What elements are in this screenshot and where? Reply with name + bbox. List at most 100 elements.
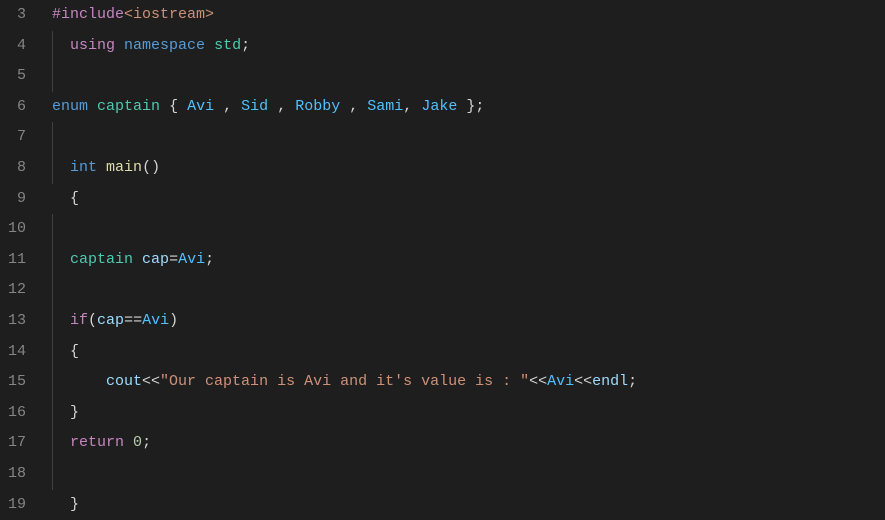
code-token: endl — [592, 373, 628, 390]
code-token: std — [214, 37, 241, 54]
code-token — [133, 251, 142, 268]
code-token: captain — [70, 251, 133, 268]
code-token: Robby — [295, 98, 340, 115]
code-token: Sami — [367, 98, 403, 115]
code-token: Avi — [547, 373, 574, 390]
indent-guide — [52, 398, 53, 429]
code-token: << — [142, 373, 160, 390]
code-token — [286, 98, 295, 115]
code-token — [268, 98, 277, 115]
code-line[interactable]: } — [44, 490, 885, 520]
code-token: Avi — [178, 251, 205, 268]
line-number: 6 — [0, 92, 26, 123]
code-token: ; — [628, 373, 637, 390]
code-token — [178, 98, 187, 115]
code-line[interactable]: cout<<"Our captain is Avi and it's value… — [44, 367, 885, 398]
code-token — [52, 159, 70, 176]
code-token — [115, 37, 124, 54]
line-number: 15 — [0, 367, 26, 398]
code-token: cap — [142, 251, 169, 268]
code-line[interactable]: using namespace std; — [44, 31, 885, 62]
code-line[interactable]: return 0; — [44, 428, 885, 459]
code-token: <iostream> — [124, 6, 214, 23]
code-token: Sid — [241, 98, 268, 115]
code-editor[interactable]: 345678910111213141516171819 #include<ios… — [0, 0, 885, 520]
code-token — [232, 98, 241, 115]
code-token: ; — [205, 251, 214, 268]
code-token: using — [70, 37, 115, 54]
code-token: Jake — [421, 98, 457, 115]
code-line[interactable] — [44, 214, 885, 245]
code-token: int — [70, 159, 97, 176]
code-token — [358, 98, 367, 115]
indent-guide — [52, 61, 53, 92]
code-area[interactable]: #include<iostream> using namespace std; e… — [44, 0, 885, 520]
code-token: captain — [97, 98, 160, 115]
line-number: 5 — [0, 61, 26, 92]
code-token: , — [403, 98, 412, 115]
line-number: 18 — [0, 459, 26, 490]
code-line[interactable]: { — [44, 184, 885, 215]
code-token: == — [124, 312, 142, 329]
code-line[interactable]: captain cap=Avi; — [44, 245, 885, 276]
indent-guide — [52, 337, 53, 368]
code-token — [88, 98, 97, 115]
code-token: } — [70, 496, 79, 513]
code-line[interactable]: if(cap==Avi) — [44, 306, 885, 337]
code-token — [52, 251, 70, 268]
code-token: , — [349, 98, 358, 115]
code-token: ; — [475, 98, 484, 115]
code-line[interactable]: enum captain { Avi , Sid , Robby , Sami,… — [44, 92, 885, 123]
indent-guide — [52, 306, 53, 337]
code-token — [340, 98, 349, 115]
code-token: , — [223, 98, 232, 115]
line-number: 11 — [0, 245, 26, 276]
code-token: { — [70, 343, 79, 360]
line-number: 3 — [0, 0, 26, 31]
code-token — [52, 343, 70, 360]
code-token — [52, 496, 70, 513]
code-token — [412, 98, 421, 115]
code-token: ( — [88, 312, 97, 329]
code-line[interactable]: int main() — [44, 153, 885, 184]
code-token — [205, 37, 214, 54]
indent-guide — [52, 122, 53, 153]
code-token: if — [70, 312, 88, 329]
code-token — [52, 312, 70, 329]
line-number: 13 — [0, 306, 26, 337]
code-token: ; — [241, 37, 250, 54]
code-token: ) — [169, 312, 178, 329]
indent-guide — [52, 214, 53, 245]
code-line[interactable]: #include<iostream> — [44, 0, 885, 31]
code-line[interactable] — [44, 459, 885, 490]
code-line[interactable] — [44, 122, 885, 153]
code-token — [52, 37, 70, 54]
code-token: ; — [142, 434, 151, 451]
code-token: , — [277, 98, 286, 115]
code-token — [124, 434, 133, 451]
code-token — [457, 98, 466, 115]
code-line[interactable]: { — [44, 337, 885, 368]
code-token — [52, 404, 70, 421]
code-token — [214, 98, 223, 115]
indent-guide — [52, 459, 53, 490]
code-line[interactable] — [44, 275, 885, 306]
code-token: cout — [106, 373, 142, 390]
code-token: } — [70, 404, 79, 421]
indent-guide — [52, 245, 53, 276]
line-number: 16 — [0, 398, 26, 429]
code-token: { — [70, 190, 79, 207]
line-number: 4 — [0, 31, 26, 62]
code-token: enum — [52, 98, 88, 115]
line-number: 8 — [0, 153, 26, 184]
line-number: 9 — [0, 184, 26, 215]
code-token — [52, 373, 106, 390]
code-token: () — [142, 159, 160, 176]
code-line[interactable] — [44, 61, 885, 92]
indent-guide — [52, 31, 53, 62]
code-token: << — [574, 373, 592, 390]
line-number: 17 — [0, 428, 26, 459]
indent-guide — [52, 428, 53, 459]
code-line[interactable]: } — [44, 398, 885, 429]
code-token: main — [106, 159, 142, 176]
